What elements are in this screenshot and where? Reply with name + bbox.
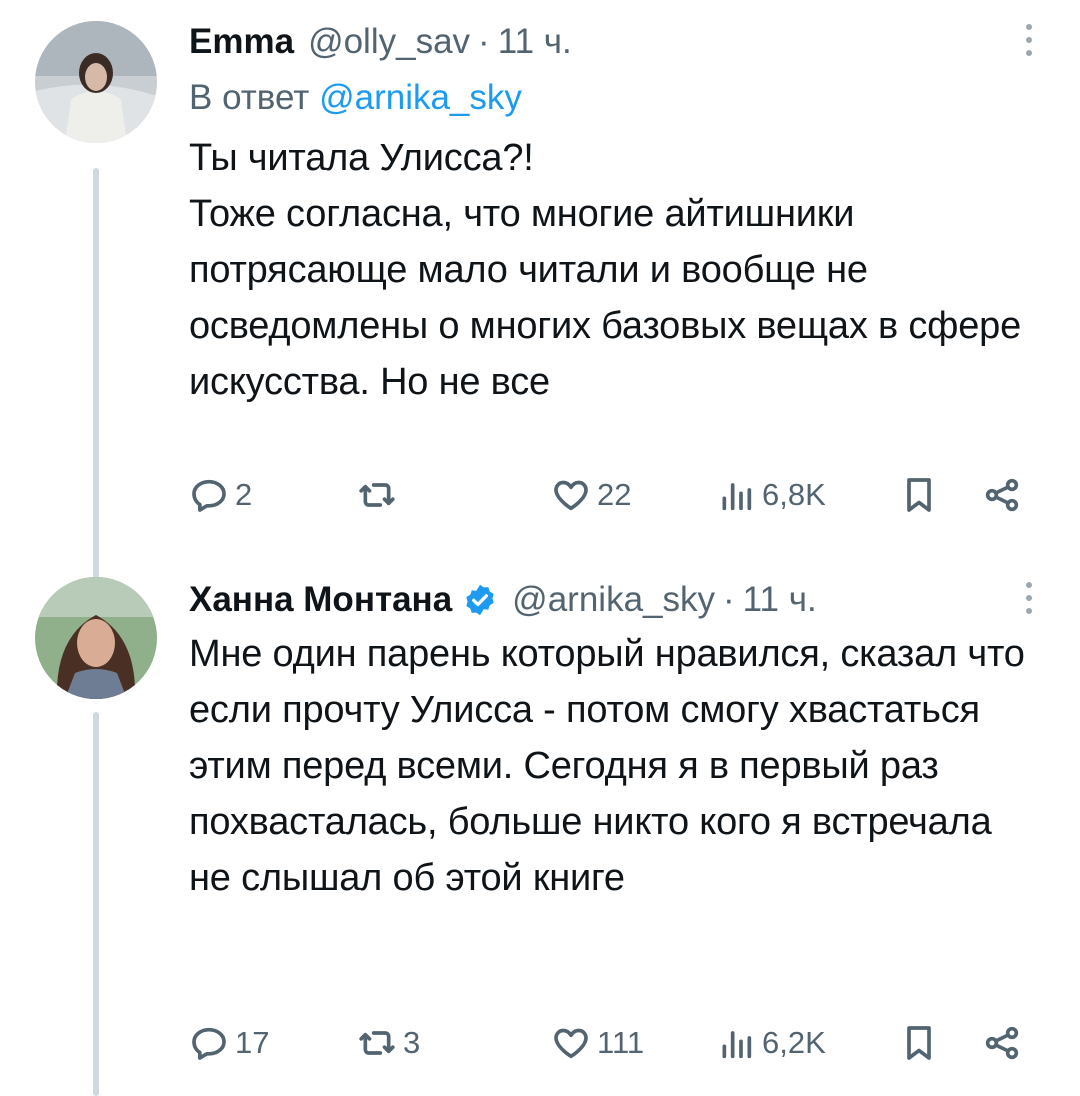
share-button[interactable] xyxy=(982,1018,1022,1068)
more-options-icon[interactable] xyxy=(1019,24,1039,63)
tweet-text: Ты читала Улисса?! Тоже согласна, что мн… xyxy=(189,137,1022,403)
verified-badge-icon xyxy=(466,584,494,616)
like-count: 22 xyxy=(597,477,632,512)
tweet-header: Emma @olly_sav · 11 ч. xyxy=(189,18,1039,66)
author-handle[interactable]: @arnika_sky xyxy=(512,576,715,624)
reply-icon xyxy=(192,479,226,512)
reply-button[interactable]: 17 xyxy=(189,1018,269,1068)
bookmark-icon xyxy=(907,478,931,512)
views-button[interactable]: 6,2K xyxy=(716,1018,826,1068)
reply-to-handle-link[interactable]: @arnika_sky xyxy=(319,78,522,117)
tweet-actions: 2 22 6,8K xyxy=(189,470,1039,520)
thread-line xyxy=(93,168,99,588)
more-options-icon[interactable] xyxy=(1019,582,1039,621)
reply-button[interactable]: 2 xyxy=(189,470,252,520)
separator-dot: · xyxy=(723,580,735,619)
share-icon xyxy=(985,478,1019,512)
tweet-header: Ханна Монтана @arnika_sky · 11 ч. xyxy=(189,576,1039,624)
retweet-count: 3 xyxy=(403,1025,421,1060)
views-count: 6,8K xyxy=(762,477,826,512)
heart-icon xyxy=(554,480,588,511)
reply-icon xyxy=(192,1027,226,1060)
retweet-icon xyxy=(359,483,395,507)
like-button[interactable]: 111 xyxy=(551,1018,644,1068)
retweet-icon xyxy=(359,1031,395,1055)
retweet-button[interactable]: 3 xyxy=(357,1018,420,1068)
avatar[interactable] xyxy=(35,577,157,699)
author-name[interactable]: Ханна Монтана xyxy=(189,576,452,624)
bookmark-button[interactable] xyxy=(899,1018,939,1068)
tweet[interactable]: Ханна Монтана @arnika_sky · 11 ч. Мне од… xyxy=(189,576,1039,906)
author-handle[interactable]: @olly_sav xyxy=(308,18,470,66)
timestamp[interactable]: 11 ч. xyxy=(743,576,817,624)
views-icon xyxy=(722,483,752,511)
author-name[interactable]: Emma xyxy=(189,18,294,66)
tweet-text: Мне один парень который нравился, сказал… xyxy=(189,633,1025,899)
tweet[interactable]: Emma @olly_sav · 11 ч. В ответ @arnika_s… xyxy=(189,18,1039,410)
reply-count: 17 xyxy=(235,1025,270,1060)
separator-dot: · xyxy=(478,22,490,61)
tweet-actions: 17 3 111 6,2K xyxy=(189,1018,1039,1068)
share-icon xyxy=(985,1026,1019,1060)
reply-count: 2 xyxy=(235,477,253,512)
views-count: 6,2K xyxy=(762,1025,826,1060)
heart-icon xyxy=(554,1028,588,1059)
reply-to-line: В ответ @arnika_sky xyxy=(189,74,1039,122)
views-icon xyxy=(722,1031,752,1059)
views-button[interactable]: 6,8K xyxy=(716,470,826,520)
like-count: 111 xyxy=(597,1025,645,1060)
retweet-button[interactable] xyxy=(357,470,403,520)
bookmark-icon xyxy=(907,1026,931,1060)
reply-prefix: В ответ xyxy=(189,78,310,117)
avatar[interactable] xyxy=(35,21,157,143)
bookmark-button[interactable] xyxy=(899,470,939,520)
timestamp[interactable]: 11 ч. xyxy=(498,18,572,66)
share-button[interactable] xyxy=(982,470,1022,520)
like-button[interactable]: 22 xyxy=(551,470,631,520)
thread-line xyxy=(93,712,99,1096)
